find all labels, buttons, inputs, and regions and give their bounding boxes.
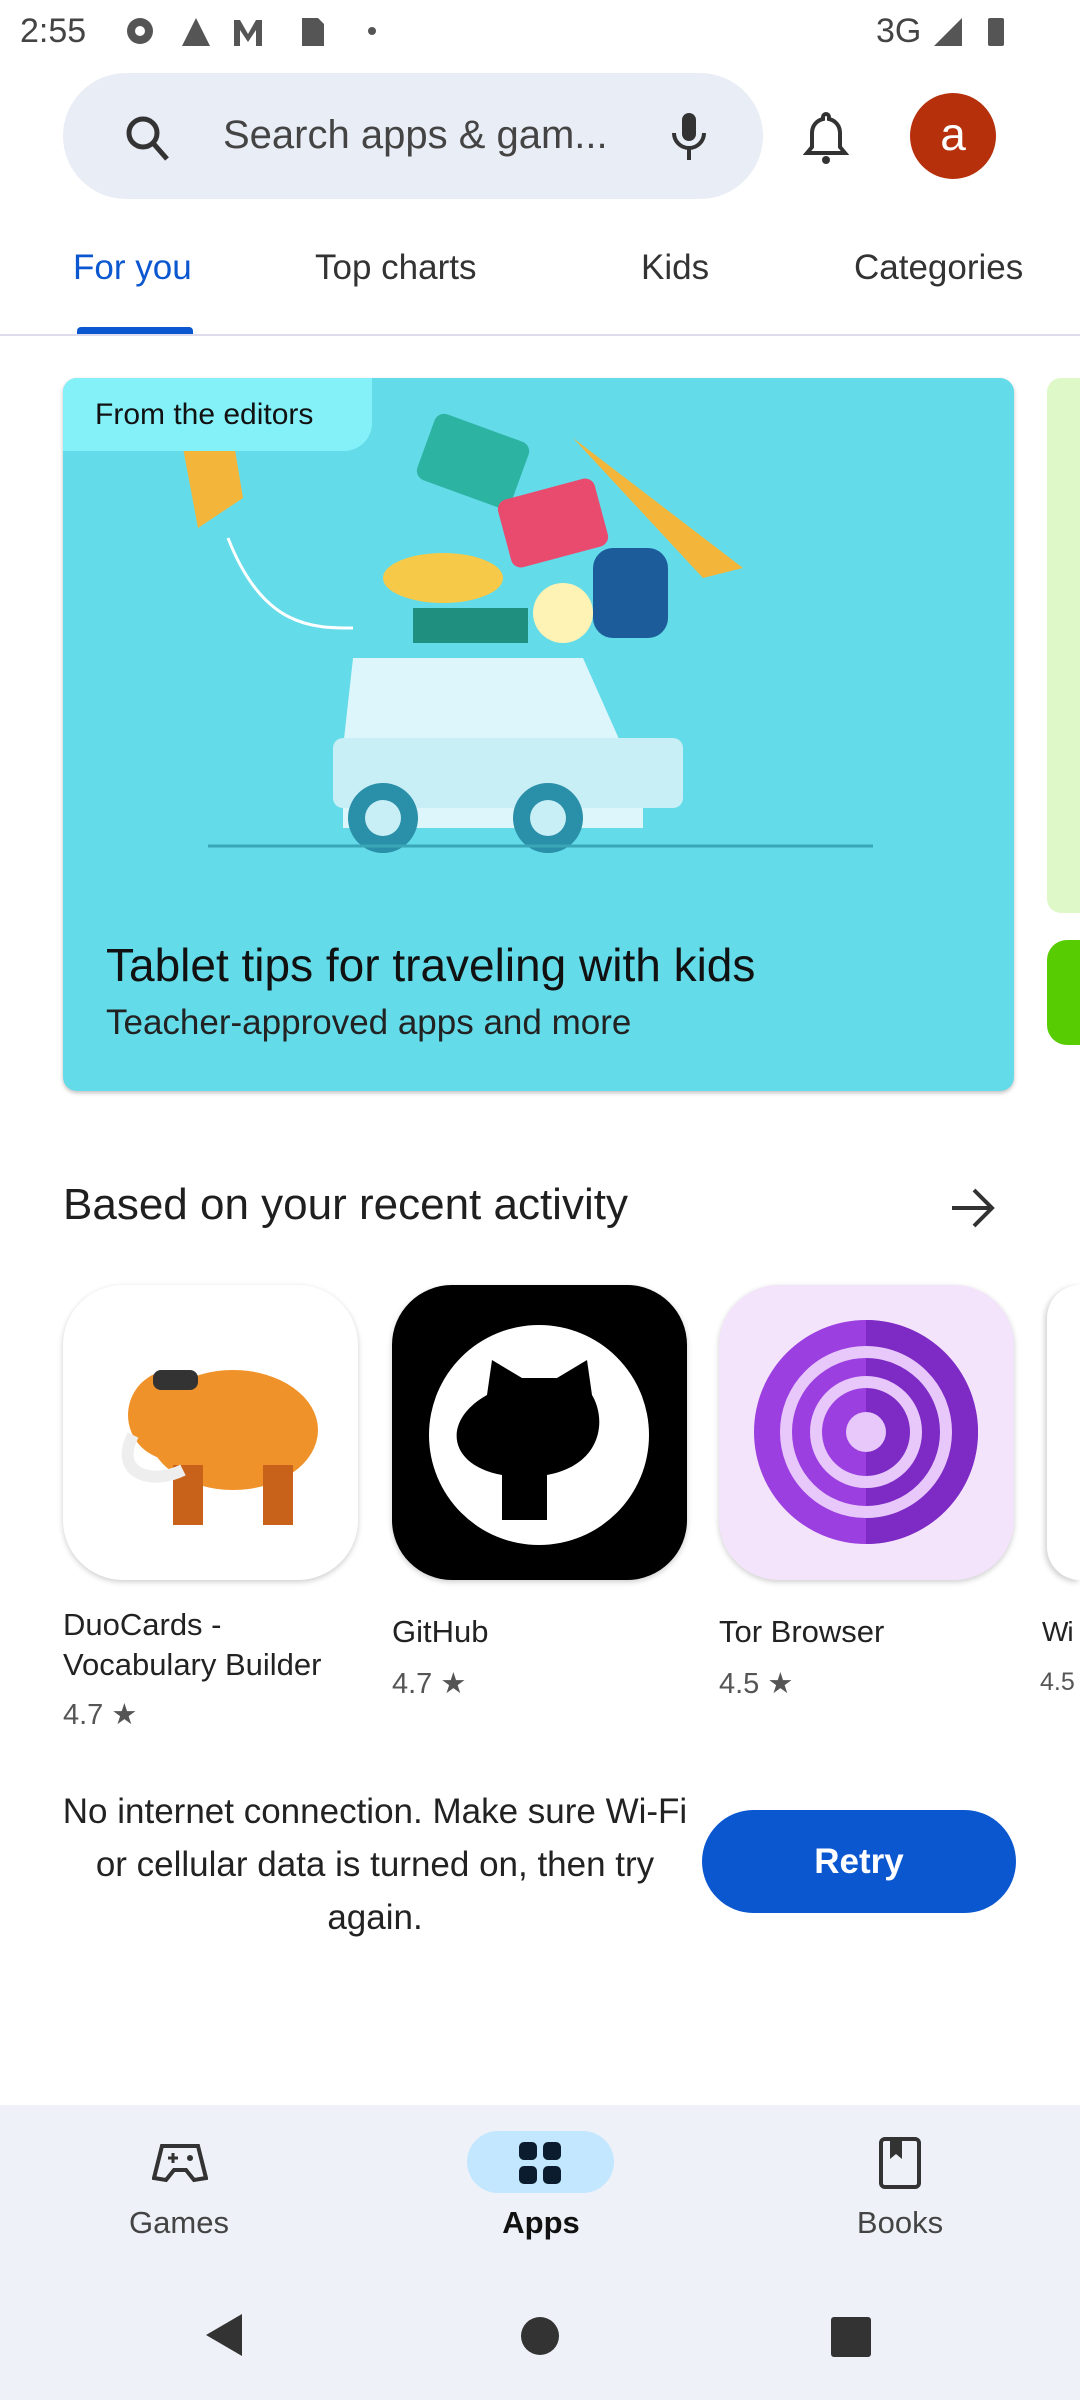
- system-recents-icon[interactable]: [830, 2316, 872, 2358]
- search-icon: [126, 116, 169, 161]
- status-bar: 2:55 3G: [0, 0, 1080, 62]
- app-rating: 4.5: [1040, 1668, 1075, 1696]
- star-icon: ★: [111, 1699, 138, 1731]
- card-title: Tablet tips for traveling with kids: [106, 939, 756, 991]
- app-icon-tor-browser[interactable]: [719, 1285, 1014, 1580]
- tab-for-you[interactable]: For you: [73, 248, 192, 288]
- rating-value: 4.7: [392, 1668, 433, 1700]
- github-logo-icon: [429, 1325, 649, 1545]
- app-icon-duocards[interactable]: [63, 1285, 358, 1580]
- signal-battery-icons: [934, 18, 1004, 46]
- games-controller-icon[interactable]: [152, 2140, 208, 2184]
- card-label: From the editors: [63, 378, 372, 451]
- nav-apps[interactable]: Apps: [441, 2205, 641, 2241]
- app-name: Tor Browser: [719, 1614, 885, 1649]
- tor-onion-icon: [754, 1320, 978, 1544]
- rating-value: 4.5: [719, 1668, 760, 1700]
- status-time: 2:55: [20, 12, 87, 50]
- search-placeholder: Search apps & gam...: [223, 113, 608, 157]
- app-rating: 4.7 ★: [392, 1666, 466, 1701]
- star-icon: ★: [767, 1668, 794, 1700]
- app-name: DuoCards - Vocabulary Builder: [63, 1607, 322, 1682]
- notification-icons: [127, 18, 376, 46]
- retry-button[interactable]: Retry: [702, 1810, 1016, 1913]
- next-card-peek[interactable]: [1047, 378, 1080, 913]
- arrow-right-icon[interactable]: [950, 1186, 998, 1230]
- tabs-divider: [0, 334, 1080, 336]
- rating-value: 4.7: [63, 1699, 104, 1731]
- nav-games[interactable]: Games: [79, 2205, 279, 2241]
- apps-grid-icon[interactable]: [517, 2140, 565, 2186]
- search-bar[interactable]: Search apps & gam...: [63, 73, 763, 199]
- no-internet-message: No internet connection. Make sure Wi-Fi …: [62, 1792, 688, 1937]
- account-avatar[interactable]: a: [910, 93, 996, 179]
- app-rating: 4.5 ★: [719, 1666, 793, 1701]
- system-back-icon[interactable]: [200, 2310, 250, 2360]
- microphone-icon[interactable]: [668, 111, 712, 163]
- books-icon[interactable]: [878, 2136, 924, 2190]
- tab-kids[interactable]: Kids: [641, 248, 709, 288]
- app-icon-partial[interactable]: [1047, 1285, 1080, 1580]
- system-home-icon[interactable]: [519, 2315, 561, 2357]
- nav-books[interactable]: Books: [800, 2205, 1000, 2241]
- app-name: GitHub: [392, 1614, 489, 1649]
- editors-card[interactable]: From the editors Tablet tips for traveli…: [63, 378, 1014, 1091]
- notifications-bell-icon[interactable]: [802, 110, 850, 166]
- app-name: Wi: [1042, 1616, 1074, 1647]
- app-icon-github[interactable]: [392, 1285, 687, 1580]
- tab-top-charts[interactable]: Top charts: [315, 248, 476, 288]
- app-rating: 4.7 ★: [63, 1697, 137, 1732]
- mammoth-icon: [121, 1370, 318, 1525]
- star-icon: ★: [440, 1668, 467, 1700]
- network-type: 3G: [876, 12, 922, 50]
- tab-categories[interactable]: Categories: [854, 248, 1023, 288]
- card-subtitle: Teacher-approved apps and more: [106, 1003, 632, 1042]
- next-app-peek[interactable]: [1047, 940, 1080, 1045]
- section-title: Based on your recent activity: [63, 1180, 628, 1229]
